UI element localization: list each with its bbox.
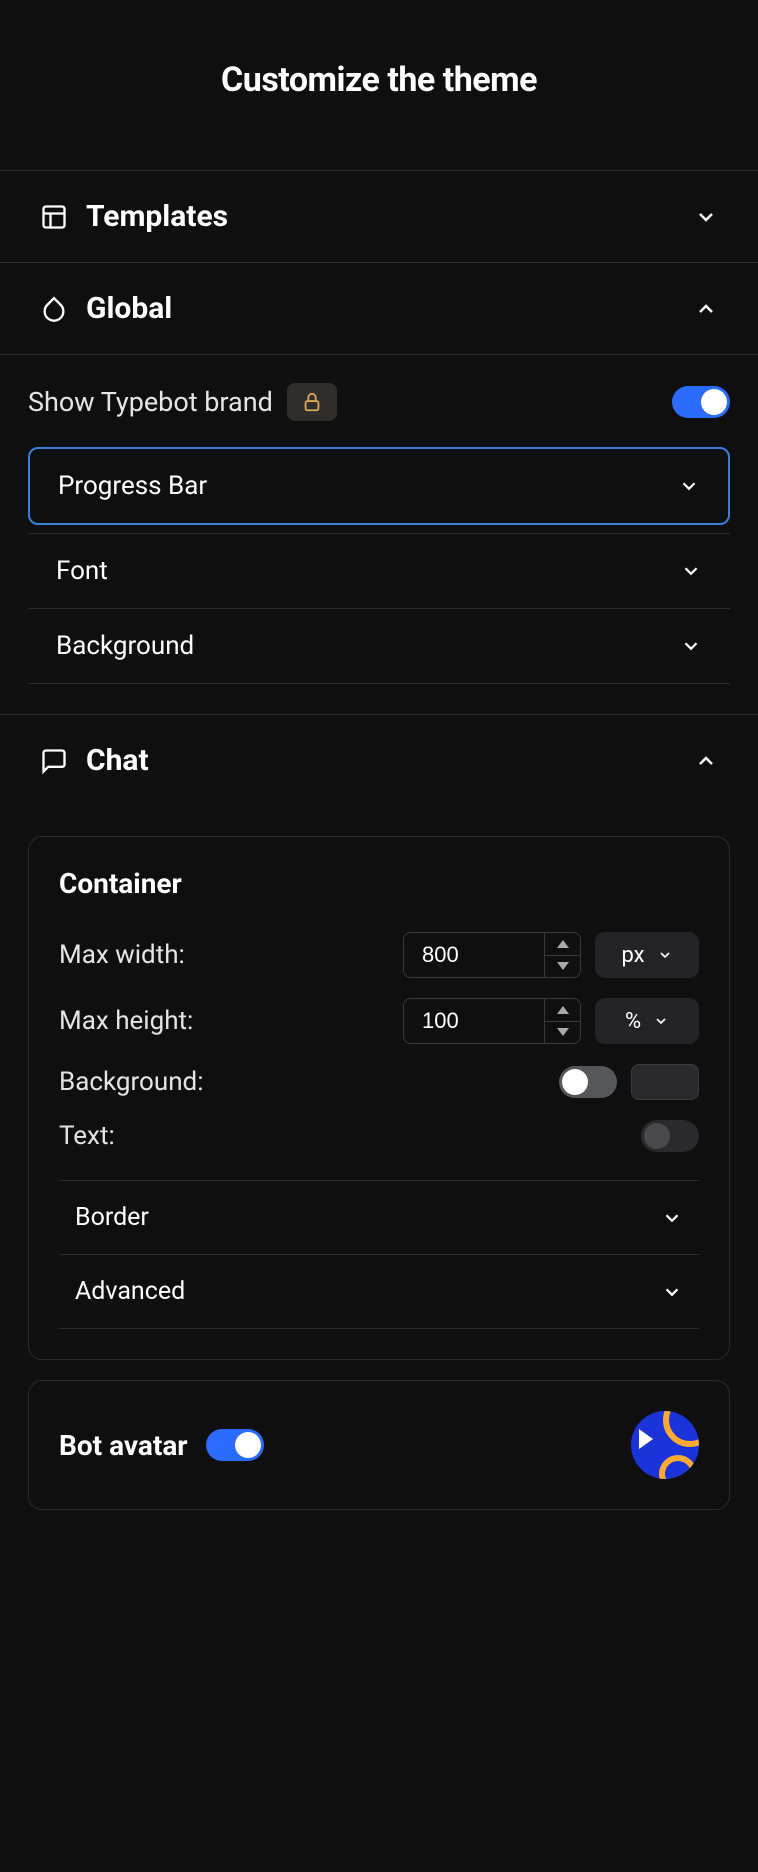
max-height-label: Max height: bbox=[59, 1006, 193, 1036]
chevron-down-icon bbox=[661, 1281, 683, 1303]
max-height-input-wrap bbox=[403, 998, 581, 1044]
advanced-label: Advanced bbox=[75, 1277, 185, 1306]
progress-bar-label: Progress Bar bbox=[58, 471, 207, 501]
container-background-row: Background: bbox=[59, 1054, 699, 1110]
chat-section-body: Container Max width: px Max height: bbox=[0, 806, 758, 1560]
background-item[interactable]: Background bbox=[28, 608, 730, 684]
bot-avatar-image[interactable] bbox=[631, 1411, 699, 1479]
container-text-row: Text: bbox=[59, 1110, 699, 1162]
global-section-body: Show Typebot brand Progress Bar Font Bac… bbox=[0, 354, 758, 714]
container-title: Container bbox=[59, 867, 699, 900]
bot-avatar-label: Bot avatar bbox=[59, 1429, 188, 1462]
templates-label: Templates bbox=[86, 199, 228, 234]
max-width-row: Max width: px bbox=[59, 922, 699, 988]
droplet-icon bbox=[40, 295, 68, 323]
chevron-down-icon bbox=[694, 205, 718, 229]
max-height-input[interactable] bbox=[404, 999, 544, 1043]
page-title: Customize the theme bbox=[0, 0, 758, 170]
show-brand-toggle[interactable] bbox=[672, 386, 730, 418]
progress-bar-item[interactable]: Progress Bar bbox=[28, 447, 730, 525]
global-label: Global bbox=[86, 291, 172, 326]
chevron-down-icon bbox=[678, 475, 700, 497]
container-card: Container Max width: px Max height: bbox=[28, 836, 730, 1360]
show-brand-label: Show Typebot brand bbox=[28, 386, 273, 418]
max-width-step-up[interactable] bbox=[545, 933, 580, 956]
container-text-label: Text: bbox=[59, 1121, 115, 1151]
border-label: Border bbox=[75, 1203, 149, 1232]
max-width-label: Max width: bbox=[59, 940, 185, 970]
bot-avatar-card: Bot avatar bbox=[28, 1380, 730, 1510]
max-width-step-down[interactable] bbox=[545, 956, 580, 978]
show-brand-row: Show Typebot brand bbox=[28, 365, 730, 439]
border-item[interactable]: Border bbox=[59, 1180, 699, 1254]
chevron-down-icon bbox=[661, 1207, 683, 1229]
max-width-unit-label: px bbox=[621, 943, 644, 968]
templates-section-header[interactable]: Templates bbox=[0, 170, 758, 262]
max-width-input-wrap bbox=[403, 932, 581, 978]
container-text-toggle[interactable] bbox=[641, 1120, 699, 1152]
global-section-header[interactable]: Global bbox=[0, 262, 758, 354]
chat-label: Chat bbox=[86, 743, 149, 778]
lock-badge bbox=[287, 383, 337, 421]
chevron-up-icon bbox=[694, 749, 718, 773]
background-label: Background bbox=[56, 631, 194, 661]
advanced-item[interactable]: Advanced bbox=[59, 1254, 699, 1329]
max-height-step-down[interactable] bbox=[545, 1022, 580, 1044]
max-height-unit-label: % bbox=[625, 1009, 641, 1034]
max-height-step-up[interactable] bbox=[545, 999, 580, 1022]
max-width-unit-select[interactable]: px bbox=[595, 932, 699, 978]
template-icon bbox=[40, 203, 68, 231]
font-label: Font bbox=[56, 556, 108, 586]
font-item[interactable]: Font bbox=[28, 533, 730, 608]
chat-icon bbox=[40, 747, 68, 775]
container-background-toggle[interactable] bbox=[559, 1066, 617, 1098]
max-width-input[interactable] bbox=[404, 933, 544, 977]
bot-avatar-toggle[interactable] bbox=[206, 1429, 264, 1461]
chat-section-header[interactable]: Chat bbox=[0, 714, 758, 806]
container-background-swatch[interactable] bbox=[631, 1064, 699, 1100]
chevron-down-icon bbox=[680, 635, 702, 657]
chevron-up-icon bbox=[694, 297, 718, 321]
max-height-row: Max height: % bbox=[59, 988, 699, 1054]
chevron-down-icon bbox=[680, 560, 702, 582]
max-height-unit-select[interactable]: % bbox=[595, 998, 699, 1044]
container-background-label: Background: bbox=[59, 1067, 204, 1097]
